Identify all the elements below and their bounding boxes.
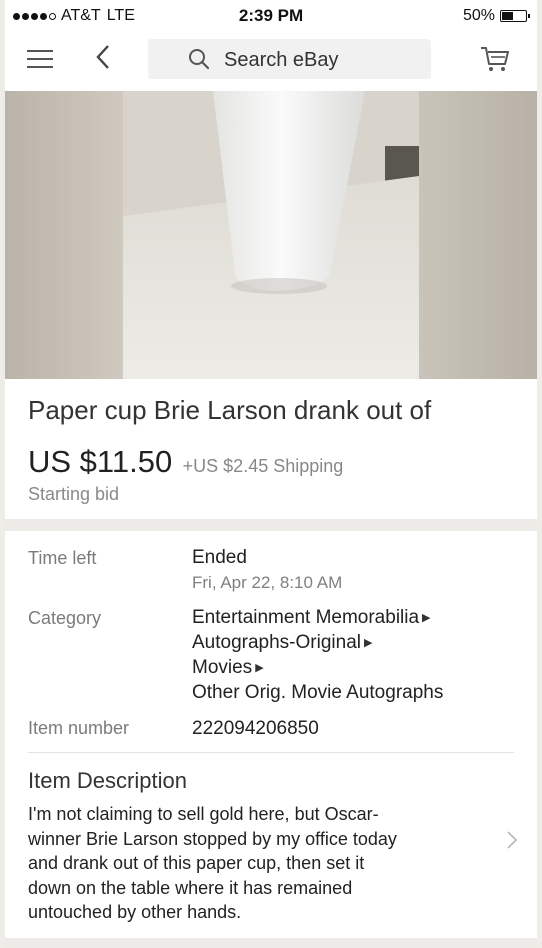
triangle-right-icon: ▶ <box>422 612 431 624</box>
back-chevron-icon[interactable] <box>95 44 111 75</box>
item-number-label: Item number <box>28 718 130 738</box>
price: US $11.50 <box>28 444 173 479</box>
status-bar: AT&T LTE 2:39 PM 50% <box>5 0 537 32</box>
description-line: down on the table where it has remained <box>28 877 353 898</box>
category-text: Movies <box>192 657 253 678</box>
chevron-right-icon[interactable] <box>506 830 518 856</box>
battery-icon <box>500 10 530 22</box>
category-label: Category <box>28 608 102 628</box>
search-placeholder: Search eBay <box>224 49 339 71</box>
section-divider <box>5 519 537 531</box>
phone-screen: AT&T LTE 2:39 PM 50% Search eBay Paper c… <box>5 0 537 948</box>
menu-icon[interactable] <box>27 49 53 69</box>
cart-icon[interactable] <box>479 43 511 75</box>
time-left-label: Time left <box>28 548 97 568</box>
category-level-1[interactable]: Entertainment Memorabilia ▶ <box>192 607 431 629</box>
end-date: Fri, Apr 22, 8:10 AM <box>192 573 343 592</box>
description-body: I'm not claiming to sell gold here, but … <box>28 802 478 925</box>
description-line: winner Brie Larson stopped by my office … <box>28 828 397 849</box>
category-level-4[interactable]: Other Orig. Movie Autographs <box>192 682 443 704</box>
battery-percent: 50% <box>462 7 495 24</box>
paper-cup-image <box>5 91 537 379</box>
bid-type-label: Starting bid <box>28 484 120 504</box>
divider <box>28 752 514 753</box>
item-number-value: 222094206850 <box>192 718 319 739</box>
description-line: I'm not claiming to sell gold here, but … <box>28 804 379 824</box>
clock: 2:39 PM <box>238 6 304 25</box>
description-line: and drank out of this paper cup, then se… <box>28 853 365 873</box>
nav-bar: Search eBay <box>5 32 537 88</box>
search-icon <box>189 49 210 70</box>
category-text: Entertainment Memorabilia <box>192 607 420 628</box>
battery-status: 50% <box>462 7 530 25</box>
listing-title: Paper cup Brie Larson drank out of <box>28 395 432 425</box>
category-text: Other Orig. Movie Autographs <box>192 682 444 703</box>
description-heading: Item Description <box>28 768 187 793</box>
shipping-cost: +US $2.45 Shipping <box>182 456 344 476</box>
triangle-right-icon: ▶ <box>255 662 264 674</box>
product-photo[interactable] <box>5 91 537 379</box>
description-line: untouched by other hands. <box>28 902 242 922</box>
category-text: Autographs-Original <box>192 632 361 653</box>
time-left-value: Ended <box>192 547 247 568</box>
price-row: US $11.50 +US $2.45 Shipping <box>28 444 343 480</box>
triangle-right-icon: ▶ <box>363 637 373 649</box>
bottom-divider <box>5 938 537 948</box>
category-level-3[interactable]: Movies ▶ <box>192 657 264 679</box>
search-bar[interactable]: Search eBay <box>148 39 431 79</box>
category-level-2[interactable]: Autographs-Original ▶ <box>192 632 372 654</box>
